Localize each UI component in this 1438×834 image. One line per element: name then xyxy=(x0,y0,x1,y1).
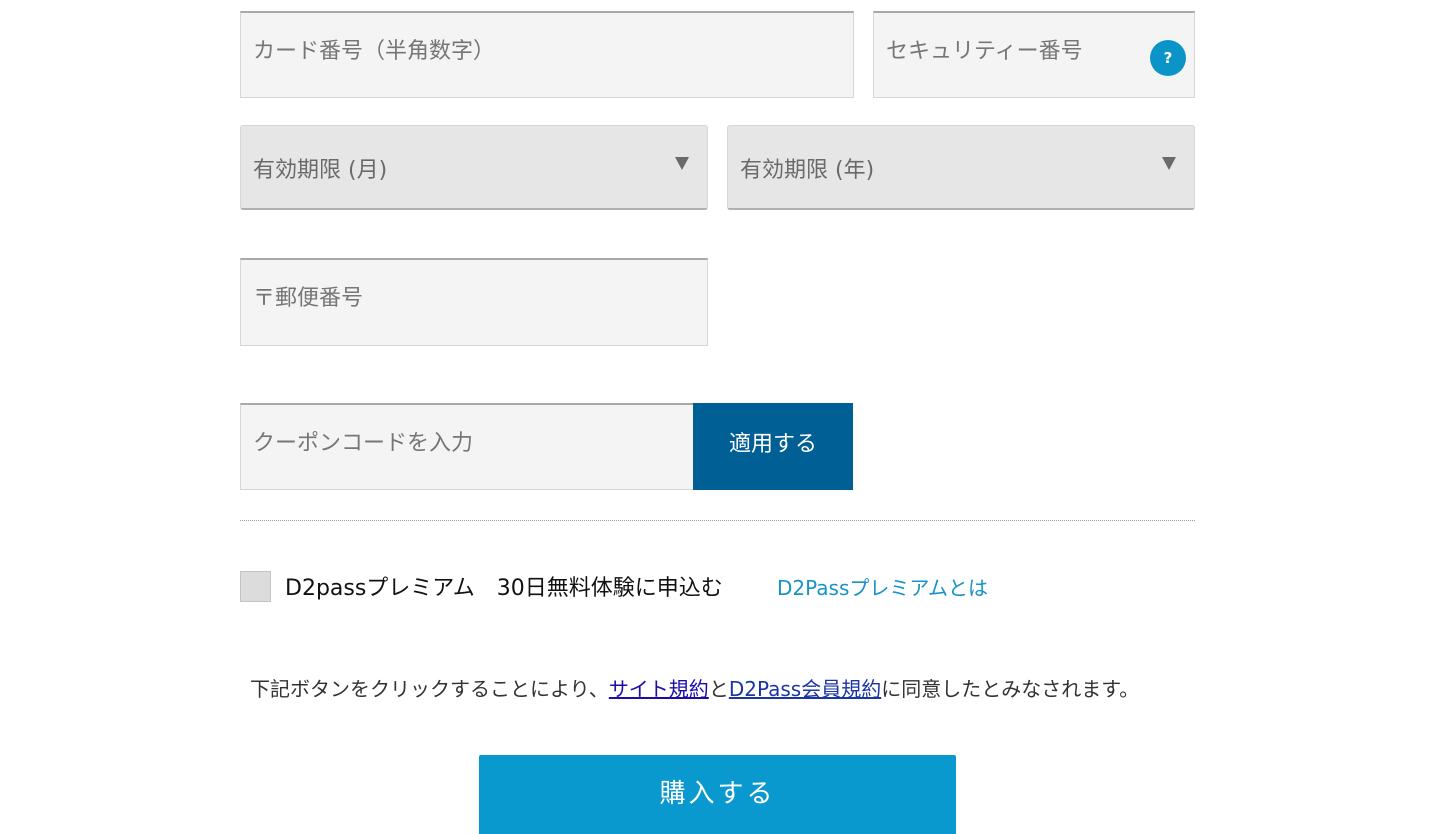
expiry-year-select[interactable]: 有効期限 (年) xyxy=(727,125,1195,210)
purchase-button[interactable]: 購入する xyxy=(479,755,956,834)
coupon-field[interactable] xyxy=(240,403,694,490)
divider xyxy=(240,520,1195,521)
agreement-and: と xyxy=(708,677,729,701)
expiry-month-select[interactable]: 有効期限 (月) xyxy=(240,125,708,210)
dropdown-arrow-icon xyxy=(1162,157,1176,170)
premium-checkbox[interactable] xyxy=(240,571,271,602)
premium-label: D2passプレミアム 30日無料体験に申込む xyxy=(285,576,723,601)
card-number-field[interactable] xyxy=(240,11,854,98)
expiry-month-label: 有効期限 (月) xyxy=(253,158,388,183)
security-code-input[interactable] xyxy=(874,13,1194,97)
postal-code-field[interactable] xyxy=(240,258,708,346)
agreement-suffix: に同意したとみなされます。 xyxy=(881,677,1140,701)
premium-info-link[interactable]: D2Passプレミアムとは xyxy=(777,572,988,601)
postal-code-input[interactable] xyxy=(241,260,707,345)
card-number-input[interactable] xyxy=(241,13,853,97)
dropdown-arrow-icon xyxy=(675,157,689,170)
member-terms-link[interactable]: D2Pass会員規約 xyxy=(729,677,881,701)
agreement-prefix: 下記ボタンをクリックすることにより、 xyxy=(250,677,609,701)
agreement-text: 下記ボタンをクリックすることにより、サイト規約とD2Pass会員規約に同意したと… xyxy=(250,673,1139,702)
help-icon[interactable]: ? xyxy=(1150,40,1186,76)
apply-coupon-button[interactable]: 適用する xyxy=(693,403,853,490)
expiry-year-label: 有効期限 (年) xyxy=(740,158,875,183)
site-terms-link[interactable]: サイト規約 xyxy=(609,677,709,701)
security-code-field[interactable]: ? xyxy=(873,11,1195,98)
coupon-input[interactable] xyxy=(241,405,693,489)
